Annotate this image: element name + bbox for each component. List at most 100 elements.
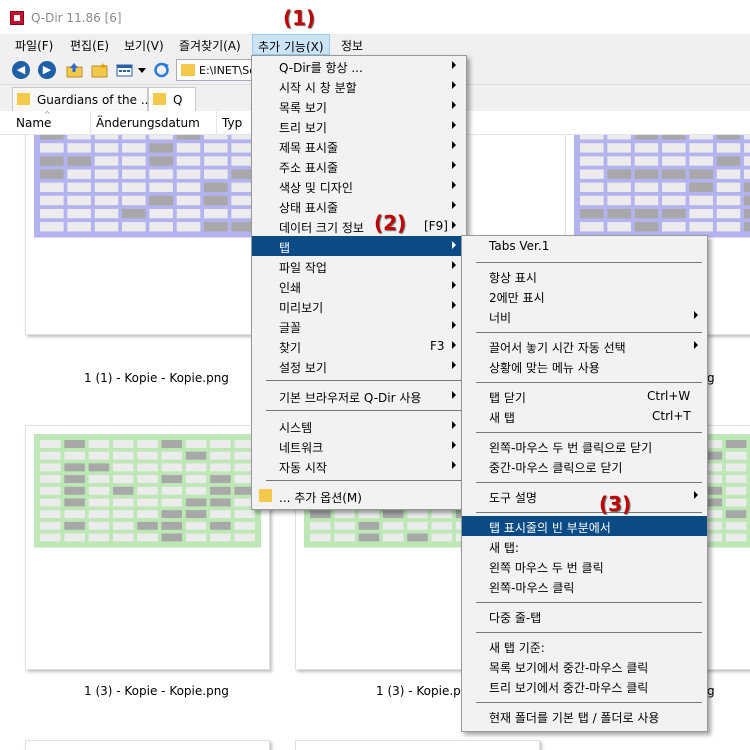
- submenu-arrow-icon: [452, 461, 456, 469]
- menu-item-close-double-click[interactable]: 왼쪽-마우스 두 번 클릭으로 닫기: [462, 436, 707, 456]
- thumbnail-grid-cell: [88, 463, 110, 472]
- menu-item-new-tab[interactable]: 새 탭 Ctrl+T: [462, 406, 707, 426]
- menu-item-new-tab-source-heading: 새 탭 기준:: [489, 641, 545, 655]
- tab-guardians[interactable]: Guardians of the ...: [12, 87, 152, 111]
- thumbnail-grid-cell: [210, 498, 231, 507]
- column-divider[interactable]: [90, 111, 91, 135]
- refresh-icon[interactable]: [153, 62, 170, 78]
- menu-item-close-middle-click[interactable]: 중간-마우스 클릭으로 닫기: [462, 456, 707, 476]
- up-folder-icon[interactable]: [66, 62, 83, 78]
- thumbnail-grid-cell: [689, 156, 713, 166]
- thumbnail-grid-cell: [88, 440, 110, 448]
- menu-item-tooltip[interactable]: 도구 설명: [462, 486, 707, 506]
- file-thumbnail[interactable]: [25, 135, 270, 335]
- tab-q[interactable]: Q: [148, 87, 196, 111]
- back-icon[interactable]: ◀: [12, 61, 30, 79]
- menu-item-default-browser[interactable]: 기본 브라우저로 Q-Dir 사용: [252, 386, 466, 406]
- menu-item-system[interactable]: 시스템: [252, 416, 466, 436]
- menu-item-close-tab[interactable]: 탭 닫기 Ctrl+W: [462, 386, 707, 406]
- submenu-arrow-icon: [694, 311, 698, 319]
- menu-item-more-options[interactable]: ... 추가 옵션(M): [252, 486, 466, 506]
- thumbnail-grid-cell: [149, 182, 173, 193]
- file-thumbnail[interactable]: [25, 740, 270, 750]
- thumbnail-grid-cell: [204, 156, 228, 166]
- menu-item-file-operations[interactable]: 파일 작업: [252, 256, 466, 276]
- menu-item-multi-line-tabs[interactable]: 다중 줄-탭: [462, 606, 707, 626]
- menu-item-address-bar[interactable]: 주소 표시줄: [252, 156, 466, 176]
- forward-icon[interactable]: ▶: [38, 61, 56, 79]
- menu-extras[interactable]: 추가 기능(X): [252, 34, 330, 55]
- thumbnail-grid-cell: [744, 195, 750, 206]
- menu-item-colors-design[interactable]: 색상 및 디자인: [252, 176, 466, 196]
- menu-item-tree-middle-click[interactable]: 트리 보기에서 중간-마우스 클릭: [462, 676, 707, 696]
- menu-item-font[interactable]: 글꼴: [252, 316, 466, 336]
- thumbnail-grid-cell: [137, 451, 158, 460]
- view-mode-icon[interactable]: [116, 62, 133, 78]
- submenu-arrow-icon: [452, 181, 456, 189]
- thumbnail-grid-cell: [662, 208, 686, 219]
- menu-separator: [476, 432, 702, 433]
- file-name[interactable]: g: [707, 684, 715, 698]
- submenu-arrow-icon: [452, 391, 456, 399]
- thumbnail-grid-cell: [176, 222, 201, 232]
- column-modified[interactable]: Änderungsdatum: [96, 116, 200, 130]
- submenu-arrow-icon: [452, 201, 456, 209]
- menu-item-tree-view[interactable]: 트리 보기: [252, 116, 466, 136]
- menu-file[interactable]: 파일(F): [15, 37, 53, 54]
- menu-item-tabs-version[interactable]: Tabs Ver.1: [462, 236, 707, 256]
- menu-item-split-on-start[interactable]: 시작 시 창 분할: [252, 76, 466, 96]
- menu-item-empty-tabbar-area[interactable]: 탭 표시줄의 빈 부분에서: [462, 516, 707, 536]
- menu-item-drag-drop-time[interactable]: 끌어서 놓기 시간 자동 선택: [462, 336, 707, 356]
- file-name[interactable]: g: [707, 371, 715, 385]
- menu-info[interactable]: 정보: [341, 37, 363, 54]
- submenu-arrow-icon: [452, 281, 456, 289]
- thumbnail-grid-cell: [149, 169, 173, 179]
- tabs-submenu: Tabs Ver.1 항상 표시 2에만 표시 너비 끌어서 놓기 시간 자동 …: [461, 235, 708, 732]
- thumbnail-grid-cell: [176, 182, 201, 193]
- folder-icon: [17, 93, 30, 105]
- thumbnail-grid-cell: [137, 510, 158, 519]
- menu-item-always-show[interactable]: 항상 표시: [462, 266, 707, 286]
- column-type[interactable]: Typ: [222, 116, 242, 130]
- thumbnail-grid-cell: [137, 440, 158, 448]
- menu-item-data-size-info[interactable]: 데이터 크기 정보 [F9]: [252, 216, 466, 236]
- menu-item-preview[interactable]: 미리보기: [252, 296, 466, 316]
- thumbnail-grid-cell: [334, 510, 355, 519]
- thumbnail-grid-cell: [725, 475, 747, 484]
- menu-item-left-double-click[interactable]: 왼쪽 마우스 두 번 클릭: [462, 556, 707, 576]
- menu-item-print[interactable]: 인쇄: [252, 276, 466, 296]
- thumbnail-grid-cell: [64, 486, 85, 495]
- thumbnail-grid-cell: [725, 451, 747, 460]
- menu-favorites[interactable]: 즐겨찾기(A): [179, 37, 241, 54]
- column-divider[interactable]: [216, 111, 217, 135]
- menu-item-tabs[interactable]: 탭: [252, 236, 466, 256]
- menu-item-list-view[interactable]: 목록 보기: [252, 96, 466, 116]
- column-name[interactable]: Name: [16, 116, 51, 130]
- menu-item-network[interactable]: 네트워크: [252, 436, 466, 456]
- menu-view[interactable]: 보기(V): [124, 37, 164, 54]
- new-folder-icon[interactable]: [91, 62, 108, 78]
- file-name[interactable]: 1 (1) - Kopie - Kopie.png: [84, 371, 229, 385]
- thumbnail-grid-cell: [210, 510, 231, 519]
- menu-item-current-folder-default[interactable]: 현재 폴더를 기본 탭 / 폴더로 사용: [462, 706, 707, 726]
- thumbnail-grid-cell: [725, 521, 747, 530]
- menu-item-autostart[interactable]: 자동 시작: [252, 456, 466, 476]
- menu-item-find[interactable]: 찾기 F3: [252, 336, 466, 356]
- menu-item-always[interactable]: Q-Dir를 항상 ...: [252, 56, 466, 76]
- menu-item-show-only-2[interactable]: 2에만 표시: [462, 286, 707, 306]
- menu-edit[interactable]: 편집(E): [70, 37, 109, 54]
- file-thumbnail[interactable]: [25, 425, 270, 670]
- menu-item-left-click[interactable]: 왼쪽-마우스 클릭: [462, 576, 707, 596]
- menu-item-status-bar[interactable]: 상태 표시줄: [252, 196, 466, 216]
- file-name[interactable]: 1 (3) - Kopie - Kopie.png: [84, 684, 229, 698]
- thumbnail-grid-cell: [716, 169, 741, 179]
- menu-item-view-settings[interactable]: 설정 보기: [252, 356, 466, 376]
- menu-item-title-bar[interactable]: 제목 표시줄: [252, 136, 466, 156]
- thumbnail-grid-cell: [580, 143, 604, 153]
- menu-item-list-middle-click[interactable]: 목록 보기에서 중간-마우스 클릭: [462, 656, 707, 676]
- menu-item-width[interactable]: 너비: [462, 306, 707, 326]
- file-thumbnail[interactable]: [295, 740, 540, 750]
- dropdown-arrow-icon[interactable]: [137, 62, 147, 78]
- thumbnail-grid-cell: [431, 533, 453, 542]
- menu-item-context-menu[interactable]: 상황에 맞는 메뉴 사용: [462, 356, 707, 376]
